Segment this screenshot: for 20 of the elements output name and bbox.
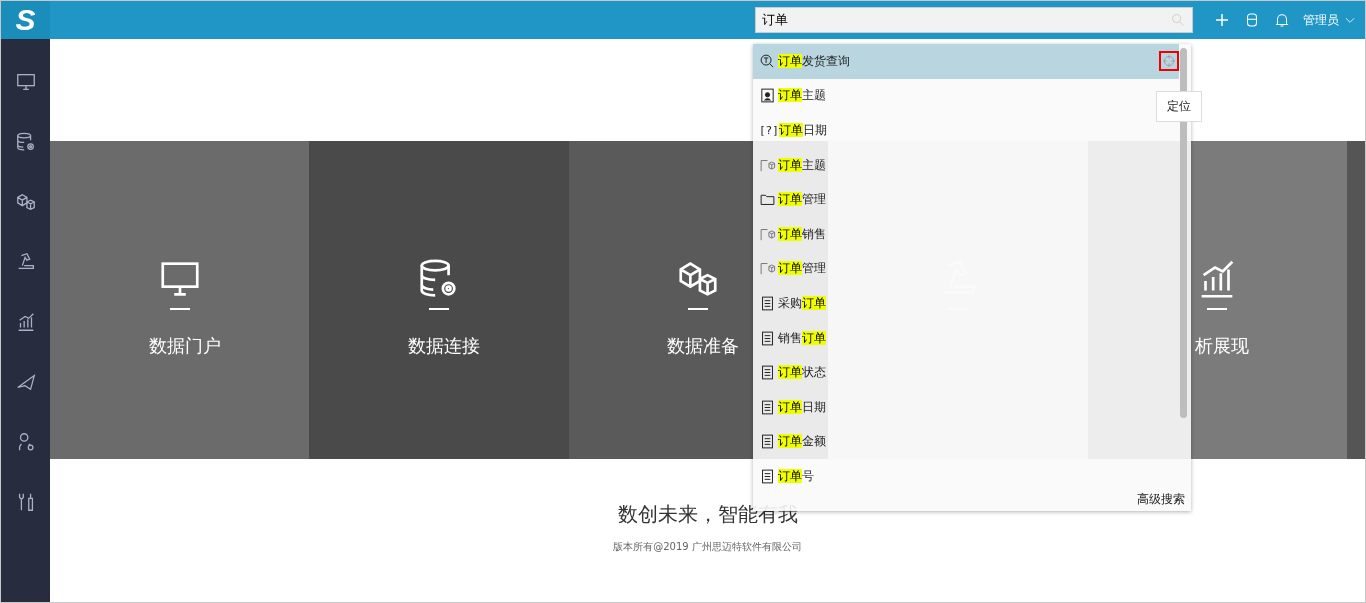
result-label: 订单主题 — [778, 87, 826, 105]
tile-label: 数据门户 — [147, 334, 221, 358]
tile-label: 析展现 — [1194, 334, 1250, 358]
result-label: 订单状态 — [778, 364, 826, 382]
result-label: 订单销售 — [778, 225, 826, 243]
result-label: 订单号 — [778, 467, 814, 485]
tile-label: 数据连接 — [407, 334, 481, 358]
result-label: 订单金额 — [778, 433, 826, 451]
result-label: 订单管理 — [778, 260, 826, 278]
result-label: 订单日期 — [778, 398, 826, 416]
result-label: 订单日期 — [779, 122, 827, 139]
result-label: 订单主题 — [778, 156, 826, 174]
result-label: 采购订单 — [778, 294, 826, 312]
copyright-text: 版本所有@2019 广州思迈特软件有限公司 — [613, 540, 802, 554]
result-label: 订单管理 — [778, 191, 826, 209]
result-label: 订单发货查询 — [778, 52, 850, 70]
tile-label: 数据准备 — [666, 334, 740, 358]
slogan: 数创未来，智能有我 — [617, 501, 798, 528]
result-label: 销售订单 — [778, 329, 826, 347]
tooltip: 定位 — [1156, 91, 1202, 122]
